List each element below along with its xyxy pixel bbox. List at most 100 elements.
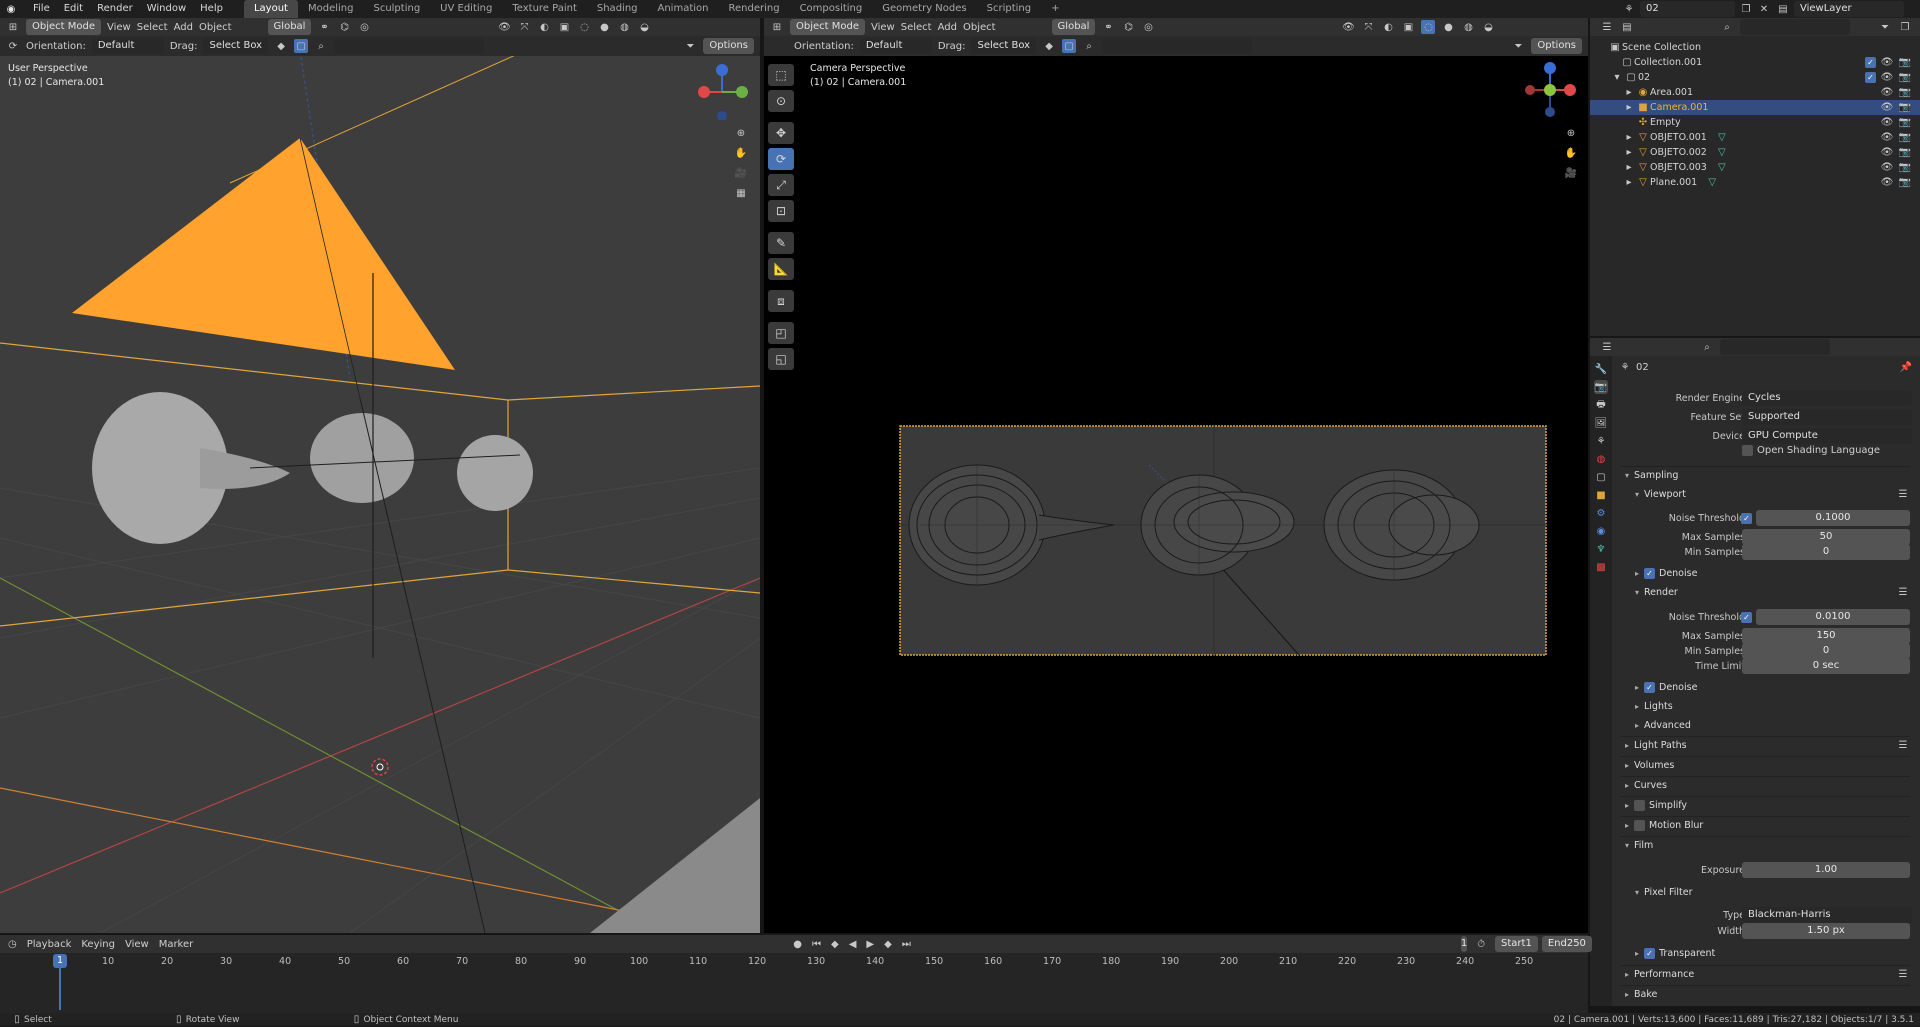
- tree-item-objeto001[interactable]: ▸ ▽ OBJETO.001 ▽ 👁 📷: [1590, 130, 1920, 145]
- extrude-tool-icon[interactable]: ◰: [768, 322, 794, 344]
- chevron-right-icon[interactable]: ▸: [1622, 176, 1636, 190]
- tab-shading[interactable]: Shading: [587, 0, 648, 18]
- shading-material-icon[interactable]: ◍: [617, 20, 631, 34]
- camera-render-icon[interactable]: 📷: [1898, 176, 1912, 190]
- eye-icon[interactable]: 👁: [1880, 56, 1894, 70]
- orientation-dropdown[interactable]: Default: [859, 38, 932, 54]
- vp-max-field[interactable]: 50: [1742, 529, 1910, 545]
- texture-tab-icon[interactable]: ▩: [1594, 560, 1608, 574]
- play-reverse-icon[interactable]: ◀: [849, 937, 857, 951]
- menu-help[interactable]: Help: [193, 2, 230, 16]
- simplify-checkbox[interactable]: [1634, 800, 1645, 811]
- pan-hand-icon[interactable]: ✋: [1564, 146, 1578, 160]
- menu-edit[interactable]: Edit: [57, 2, 90, 16]
- collection-tab-icon[interactable]: ▢: [1594, 470, 1608, 484]
- tab-uv-editing[interactable]: UV Editing: [430, 0, 502, 18]
- subpanel-viewport[interactable]: ▾ Viewport ☰: [1620, 485, 1910, 503]
- menu-select[interactable]: Select: [137, 22, 168, 33]
- tree-item-empty[interactable]: ✣ Empty 👁 📷: [1590, 115, 1920, 130]
- properties-search-field[interactable]: [1720, 339, 1830, 355]
- close-scene-icon[interactable]: ✕: [1757, 2, 1771, 16]
- menu-render[interactable]: Render: [90, 2, 140, 16]
- menu-view[interactable]: View: [107, 22, 131, 33]
- chevron-down-icon[interactable]: ▾: [1610, 71, 1624, 85]
- snap-icon[interactable]: ⌬: [337, 20, 351, 34]
- tree-item-objeto003[interactable]: ▸ ▽ OBJETO.003 ▽ 👁 📷: [1590, 160, 1920, 175]
- overlay-icon[interactable]: ◐: [1381, 20, 1395, 34]
- pin-icon[interactable]: 📌: [1899, 360, 1913, 374]
- tab-layout[interactable]: Layout: [243, 0, 298, 18]
- camera-render-icon[interactable]: 📷: [1898, 146, 1912, 160]
- filter-icon[interactable]: ⏷: [1511, 39, 1525, 53]
- pivot-icon[interactable]: ⚭: [1101, 20, 1115, 34]
- exclude-checkbox[interactable]: ✓: [1865, 72, 1876, 83]
- exposure-field[interactable]: 1.00: [1742, 862, 1910, 878]
- options-button[interactable]: Options: [1531, 38, 1582, 54]
- r-noise-checkbox[interactable]: ✓: [1741, 612, 1752, 623]
- move-tool-icon[interactable]: ✥: [768, 122, 794, 144]
- editor-type-icon[interactable]: ◷: [8, 937, 17, 951]
- tree-item-02[interactable]: ▾ ▢ 02 ✓ 👁 📷: [1590, 70, 1920, 85]
- list-menu-icon[interactable]: ☰: [1896, 739, 1910, 753]
- menu-window[interactable]: Window: [140, 2, 193, 16]
- subpanel-vp-denoise[interactable]: ▸ ✓ Denoise: [1620, 564, 1910, 582]
- tree-item-camera001[interactable]: ▸ ■ Camera.001 👁 📷: [1590, 100, 1920, 115]
- subpanel-r-denoise[interactable]: ▸ ✓ Denoise: [1620, 678, 1910, 696]
- blender-logo-icon[interactable]: ◉: [4, 2, 18, 16]
- eye-icon[interactable]: 👁: [1880, 146, 1894, 160]
- xray-icon[interactable]: ▣: [557, 20, 571, 34]
- play-icon[interactable]: ▶: [866, 937, 874, 951]
- inset-tool-icon[interactable]: ◱: [768, 348, 794, 370]
- tree-item-objeto002[interactable]: ▸ ▽ OBJETO.002 ▽ 👁 📷: [1590, 145, 1920, 160]
- menu-object[interactable]: Object: [199, 22, 232, 33]
- menu-add[interactable]: Add: [174, 22, 193, 33]
- camera-render-icon[interactable]: 📷: [1898, 161, 1912, 175]
- zoom-icon[interactable]: ⊕: [734, 126, 748, 140]
- tree-item-area001[interactable]: ▸ ◉ Area.001 👁 📷: [1590, 85, 1920, 100]
- shading-solid-icon[interactable]: ●: [597, 20, 611, 34]
- drag-dropdown[interactable]: Select Box: [203, 38, 269, 54]
- camera-render-icon[interactable]: 📷: [1898, 86, 1912, 100]
- panel-film[interactable]: ▾ Film: [1620, 836, 1910, 854]
- panel-motion-blur[interactable]: ▸ Motion Blur: [1620, 816, 1910, 834]
- menu-marker[interactable]: Marker: [159, 939, 194, 950]
- chevron-right-icon[interactable]: ▸: [1622, 131, 1636, 145]
- zoom-icon[interactable]: ⊕: [1564, 126, 1578, 140]
- drag-dropdown[interactable]: Select Box: [971, 38, 1037, 54]
- chevron-right-icon[interactable]: ▸: [1622, 146, 1636, 160]
- shading-wireframe-icon[interactable]: ◌: [577, 20, 591, 34]
- proportional-icon[interactable]: ◎: [357, 20, 371, 34]
- render-engine-dropdown[interactable]: Cycles: [1742, 390, 1912, 406]
- tool-tab-icon[interactable]: 🔧: [1594, 362, 1608, 376]
- tab-sculpting[interactable]: Sculpting: [363, 0, 430, 18]
- menu-view[interactable]: View: [125, 939, 149, 950]
- motion-blur-checkbox[interactable]: [1634, 820, 1645, 831]
- add-workspace-button[interactable]: +: [1041, 0, 1069, 18]
- device-dropdown[interactable]: GPU Compute: [1742, 428, 1912, 444]
- menu-select[interactable]: Select: [901, 22, 932, 33]
- layer-colors-icon[interactable]: ◆: [274, 39, 288, 53]
- panel-curves[interactable]: ▸ Curves: [1620, 776, 1910, 794]
- eye-icon[interactable]: 👁: [1880, 86, 1894, 100]
- eye-icon[interactable]: 👁: [1880, 116, 1894, 130]
- view-layer-tab-icon[interactable]: 🖼: [1594, 416, 1608, 430]
- tool-search-field[interactable]: [334, 38, 485, 54]
- gizmo-icon[interactable]: ⤧: [1361, 20, 1375, 34]
- rotate-tool-icon[interactable]: ⟳: [768, 148, 794, 170]
- playhead[interactable]: 1: [53, 954, 67, 968]
- list-menu-icon[interactable]: ☰: [1896, 585, 1910, 599]
- start-frame-field[interactable]: Start 1: [1495, 936, 1538, 952]
- editor-type-icon[interactable]: ⊞: [6, 20, 20, 34]
- end-frame-field[interactable]: End 250: [1541, 936, 1592, 952]
- menu-playback[interactable]: Playback: [27, 939, 72, 950]
- r-max-field[interactable]: 150: [1742, 628, 1910, 644]
- chevron-right-icon[interactable]: ▸: [1622, 86, 1636, 100]
- shading-rendered-icon[interactable]: ◒: [1481, 20, 1495, 34]
- tab-animation[interactable]: Animation: [648, 0, 719, 18]
- viewport-left[interactable]: ⊞ Object Mode View Select Add Object Glo…: [0, 18, 760, 933]
- shading-solid-icon[interactable]: ●: [1441, 20, 1455, 34]
- chevron-right-icon[interactable]: ▸: [1622, 161, 1636, 175]
- subpanel-lights[interactable]: ▸ Lights: [1620, 697, 1910, 715]
- annotate-tool-icon[interactable]: ✎: [768, 232, 794, 254]
- outliner-search-field[interactable]: [1740, 19, 1850, 35]
